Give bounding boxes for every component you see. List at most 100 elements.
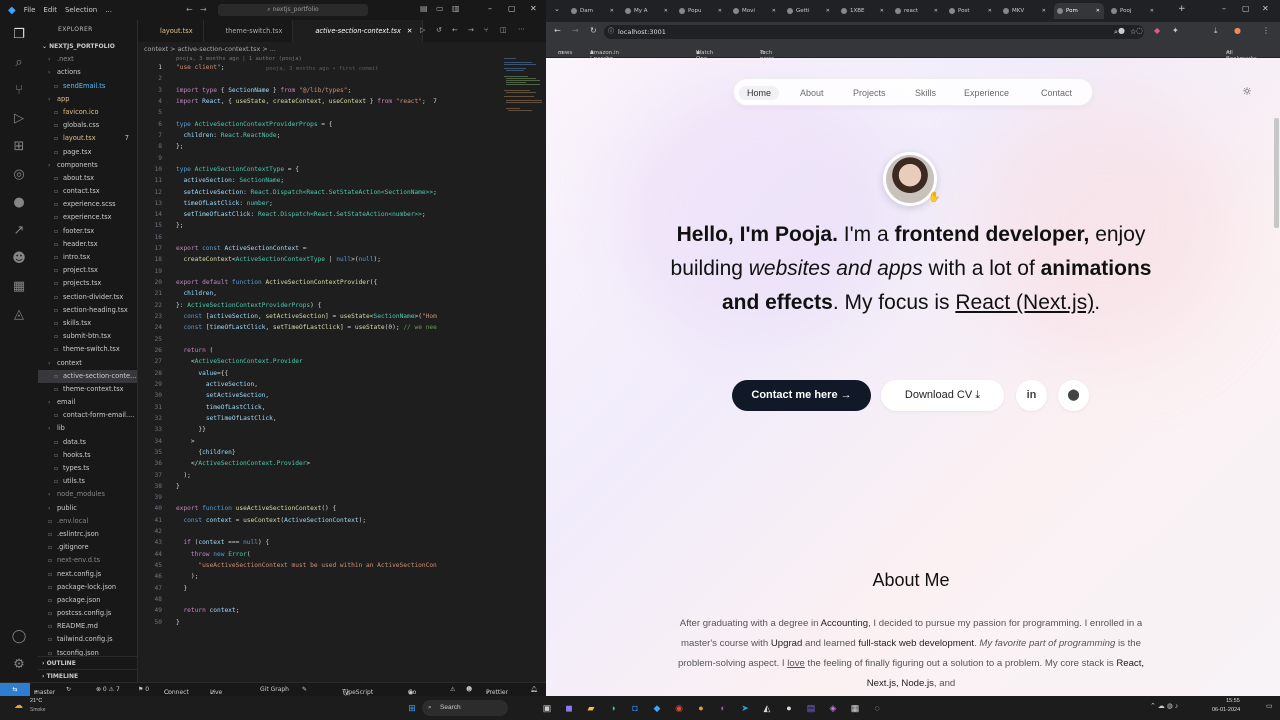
line-number[interactable]: 3	[142, 87, 162, 94]
notification-icon[interactable]: ▭	[1266, 702, 1273, 710]
line-number[interactable]: 49	[142, 607, 162, 614]
tree-file[interactable]: ▫ about.tsx	[38, 172, 137, 185]
code-line[interactable]: }	[176, 619, 180, 626]
code-line[interactable]: timeOfLastClick,	[176, 404, 266, 411]
line-number[interactable]: 28	[142, 370, 162, 377]
tree-folder[interactable]: › components	[38, 159, 137, 172]
line-number[interactable]: 40	[142, 505, 162, 512]
code-line[interactable]: }}	[176, 426, 205, 433]
code-editor[interactable]: pooja, 3 months ago | 1 author (pooja) 1…	[138, 56, 504, 682]
code-line[interactable]: if (context === null) {	[176, 539, 269, 546]
timeline-section[interactable]: › TIMELINE	[38, 669, 137, 682]
code-line[interactable]: setActiveSection,	[176, 392, 269, 399]
line-number[interactable]: 27	[142, 358, 162, 365]
code-line[interactable]: }	[176, 585, 187, 592]
line-number[interactable]: 48	[142, 596, 162, 603]
line-number[interactable]: 37	[142, 472, 162, 479]
line-number[interactable]: 10	[142, 166, 162, 173]
tree-file[interactable]: ▫ README.md	[38, 620, 137, 633]
minimize-icon[interactable]: –	[488, 4, 492, 13]
copilot-status-icon[interactable]: ☻	[466, 686, 472, 693]
breadcrumb[interactable]: context > active-section-context.tsx > .…	[144, 43, 276, 55]
tree-folder[interactable]: › actions	[38, 66, 137, 79]
chrome-tab[interactable]: Getti ✕	[784, 3, 834, 19]
line-number[interactable]: 32	[142, 415, 162, 422]
code-line[interactable]: };	[176, 222, 183, 229]
line-number[interactable]: 47	[142, 585, 162, 592]
close-icon[interactable]: ✕	[1262, 4, 1269, 13]
line-number[interactable]: 22	[142, 302, 162, 309]
line-number[interactable]: 30	[142, 392, 162, 399]
code-line[interactable]: "useActiveSectionContext must be used wi…	[176, 562, 436, 569]
code-line[interactable]: type ActiveSectionContextType = {	[176, 166, 299, 173]
run-debug-icon[interactable]: ▷	[10, 110, 28, 128]
page-scrollbar[interactable]	[1274, 118, 1279, 228]
code-line[interactable]: {children}	[176, 449, 235, 456]
code-line[interactable]: import React, { useState, createContext,…	[176, 98, 437, 105]
code-line[interactable]: }	[176, 483, 180, 490]
menu-selection[interactable]: Selection	[65, 6, 97, 14]
line-number[interactable]: 36	[142, 460, 162, 467]
close-tab-icon[interactable]: ✕	[1042, 3, 1046, 19]
minimap[interactable]	[502, 56, 542, 126]
code-line[interactable]: <ActiveSectionContext.Provider	[176, 358, 303, 365]
tree-folder[interactable]: › app	[38, 93, 137, 106]
code-line[interactable]: const [activeSection, setActiveSection] …	[176, 313, 436, 320]
line-number[interactable]: 24	[142, 324, 162, 331]
debug-icon[interactable]: ⚠	[450, 686, 455, 693]
tree-file[interactable]: ▫ .gitignore	[38, 541, 137, 554]
line-number[interactable]: 1	[142, 64, 162, 71]
line-number[interactable]: 23	[142, 313, 162, 320]
menu-file[interactable]: File	[24, 6, 36, 14]
line-number[interactable]: 14	[142, 211, 162, 218]
line-number[interactable]: 34	[142, 438, 162, 445]
nav-skills[interactable]: Skills	[915, 86, 936, 100]
line-number[interactable]: 45	[142, 562, 162, 569]
code-line[interactable]: export const ActiveSectionContext =	[176, 245, 306, 252]
tree-folder[interactable]: › node_modules	[38, 488, 137, 501]
linkedin-icon[interactable]: in	[1016, 380, 1047, 411]
tree-folder[interactable]: › public	[38, 502, 137, 515]
code-line[interactable]: }: ActiveSectionContextProviderProps) {	[176, 302, 321, 309]
ports-indicator[interactable]: ⚑ 0	[138, 686, 149, 693]
live-share-icon[interactable]: ↗	[10, 222, 28, 240]
close-tab-icon[interactable]: ✕	[407, 27, 413, 35]
github-icon[interactable]: ⬤	[1058, 380, 1089, 411]
line-number[interactable]: 38	[142, 483, 162, 490]
command-center[interactable]: ⌕ nextjs_portfolio	[218, 4, 368, 16]
chrome-tab[interactable]: Pom ✕	[1054, 3, 1104, 19]
line-number[interactable]: 26	[142, 347, 162, 354]
line-number[interactable]: 42	[142, 528, 162, 535]
contact-me-button[interactable]: Contact me here →	[732, 380, 871, 411]
tree-file[interactable]: ▫ intro.tsx	[38, 251, 137, 264]
tree-file[interactable]: ▫ active-section-conte...	[38, 369, 137, 383]
code-line[interactable]: );	[176, 472, 190, 479]
theme-toggle-icon[interactable]: ☼	[1239, 84, 1255, 100]
line-number[interactable]: 12	[142, 189, 162, 196]
app-icon[interactable]: ▤	[804, 701, 818, 715]
tree-file[interactable]: ▫ skills.tsx	[38, 317, 137, 330]
tree-file[interactable]: ▫ favicon.ico	[38, 106, 137, 119]
close-tab-icon[interactable]: ✕	[826, 3, 830, 19]
line-number[interactable]: 41	[142, 517, 162, 524]
line-number[interactable]: 31	[142, 404, 162, 411]
line-number[interactable]: 18	[142, 256, 162, 263]
remote-explorer-icon[interactable]: ◎	[10, 166, 28, 184]
code-line[interactable]: </ActiveSectionContext.Provider>	[176, 460, 310, 467]
more-actions-icon[interactable]: ⋯	[518, 25, 525, 33]
tab-search-icon[interactable]: ⌄	[554, 5, 560, 13]
code-line[interactable]: value={{	[176, 370, 228, 377]
tab-layout[interactable]: layout.tsx	[138, 20, 204, 42]
line-number[interactable]: 19	[142, 268, 162, 275]
code-line[interactable]: return context;	[176, 607, 239, 614]
line-number[interactable]: 7	[142, 132, 162, 139]
code-line[interactable]: children,	[176, 290, 217, 297]
download-cv-button[interactable]: Download CV ⤓	[881, 380, 1004, 411]
panel-toggle-icon[interactable]: ▭	[436, 4, 444, 13]
weather-icon[interactable]: ☁	[14, 700, 23, 711]
chrome-tab[interactable]: Movi ✕	[730, 3, 780, 19]
line-number[interactable]: 9	[142, 155, 162, 162]
tree-file[interactable]: ▫ experience.scss	[38, 198, 137, 211]
download-icon[interactable]: ⤓	[1214, 26, 1218, 36]
task-view-icon[interactable]: ▣	[540, 701, 554, 715]
